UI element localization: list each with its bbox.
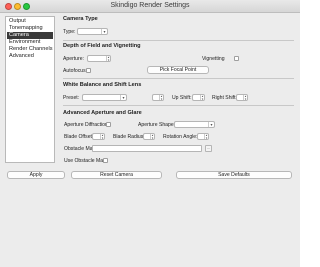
chevron-down-icon: ▾ [120, 95, 126, 100]
section-divider [63, 78, 294, 79]
rotation-angle-spinbox[interactable]: ▴ ▾ [197, 133, 209, 140]
aperture-spinbox[interactable]: ▴ ▾ [87, 55, 111, 62]
settings-category-list: Output Tonemapping Camera Environment Re… [5, 16, 55, 163]
use-obstacle-map-label: Use Obstacle Map [64, 158, 106, 164]
sidebar-item-output[interactable]: Output [7, 18, 53, 25]
apply-button[interactable]: Apply [7, 171, 65, 179]
use-obstacle-map-checkbox[interactable] [103, 158, 108, 163]
right-shift-spinbox[interactable]: ▴ ▾ [236, 94, 248, 101]
chevron-down-icon: ▾ [208, 122, 214, 127]
aperture-glare-heading: Advanced Aperture and Glare [63, 110, 142, 116]
blade-radius-label: Blade Radius: [113, 134, 145, 140]
sidebar-item-tonemapping[interactable]: Tonemapping [7, 25, 53, 32]
aperture-shape-select[interactable]: ▾ [174, 121, 215, 128]
section-divider [63, 105, 294, 106]
aperture-diffraction-checkbox[interactable] [106, 122, 111, 127]
stepper-arrows-icon[interactable]: ▴ ▾ [100, 134, 104, 139]
dof-heading: Depth of Field and Vignetting [63, 43, 141, 49]
white-balance-heading: White Balance and Shift Lens [63, 82, 142, 88]
sidebar-item-render-channels[interactable]: Render Channels [7, 46, 53, 53]
autofocus-checkbox[interactable] [86, 68, 91, 73]
sidebar-item-environment[interactable]: Environment [7, 39, 53, 46]
blade-radius-spinbox[interactable]: ▴ ▾ [143, 133, 155, 140]
stepper-arrows-icon[interactable]: ▴ ▾ [106, 56, 110, 61]
rotation-angle-label: Rotation Angle: [163, 134, 198, 140]
camera-type-select[interactable]: ▾ [77, 28, 108, 35]
aperture-shape-label: Aperture Shape: [138, 122, 176, 128]
window-title: Skindigo Render Settings [110, 2, 190, 9]
reset-camera-button[interactable]: Reset Camera [71, 171, 162, 179]
up-shift-spinbox[interactable]: ▴ ▾ [192, 94, 205, 101]
button-bar: Apply Reset Camera Save Defaults [0, 168, 300, 182]
stepper-arrows-icon[interactable]: ▴ ▾ [204, 134, 208, 139]
obstacle-map-path-field[interactable] [92, 145, 202, 152]
vignetting-checkbox[interactable] [234, 56, 239, 61]
type-label: Type: [63, 29, 76, 35]
aperture-label: Aperture: [63, 56, 84, 62]
save-defaults-button[interactable]: Save Defaults [176, 171, 292, 179]
sidebar-item-camera[interactable]: Camera [7, 32, 53, 39]
up-shift-label: Up Shift: [172, 95, 192, 101]
camera-type-heading: Camera Type [63, 16, 98, 22]
section-divider [63, 40, 294, 41]
preset-label: Preset: [63, 95, 80, 101]
stepper-arrows-icon[interactable]: ▴ ▾ [150, 134, 154, 139]
autofocus-label: Autofocus [63, 68, 86, 74]
stepper-arrows-icon[interactable]: ▴ ▾ [200, 95, 204, 100]
title-bar: Skindigo Render Settings [0, 0, 300, 13]
stepper-arrows-icon[interactable]: ▴ ▾ [243, 95, 247, 100]
preset-spinbox[interactable]: ▴ ▾ [152, 94, 164, 101]
aperture-diffraction-label: Aperture Diffraction [64, 122, 108, 128]
stepper-arrows-icon[interactable]: ▴ ▾ [159, 95, 163, 100]
blade-offset-spinbox[interactable]: ▴ ▾ [92, 133, 105, 140]
browse-obstacle-map-button[interactable]: ... [205, 145, 212, 152]
empty-window-area [0, 182, 300, 267]
white-balance-preset-select[interactable]: ▾ [82, 94, 127, 101]
blade-offset-label: Blade Offset: [64, 134, 94, 140]
sidebar-item-advanced[interactable]: Advanced [7, 53, 53, 60]
chevron-down-icon: ▾ [101, 29, 107, 34]
right-shift-label: Right Shift: [212, 95, 237, 101]
vignetting-label: Vignetting [202, 56, 225, 62]
render-settings-window: Skindigo Render Settings Output Tonemapp… [0, 0, 300, 267]
pick-focal-point-button[interactable]: Pick Focal Point [147, 66, 209, 74]
camera-settings-panel: Camera Type Type: ▾ Depth of Field and V… [58, 13, 300, 168]
